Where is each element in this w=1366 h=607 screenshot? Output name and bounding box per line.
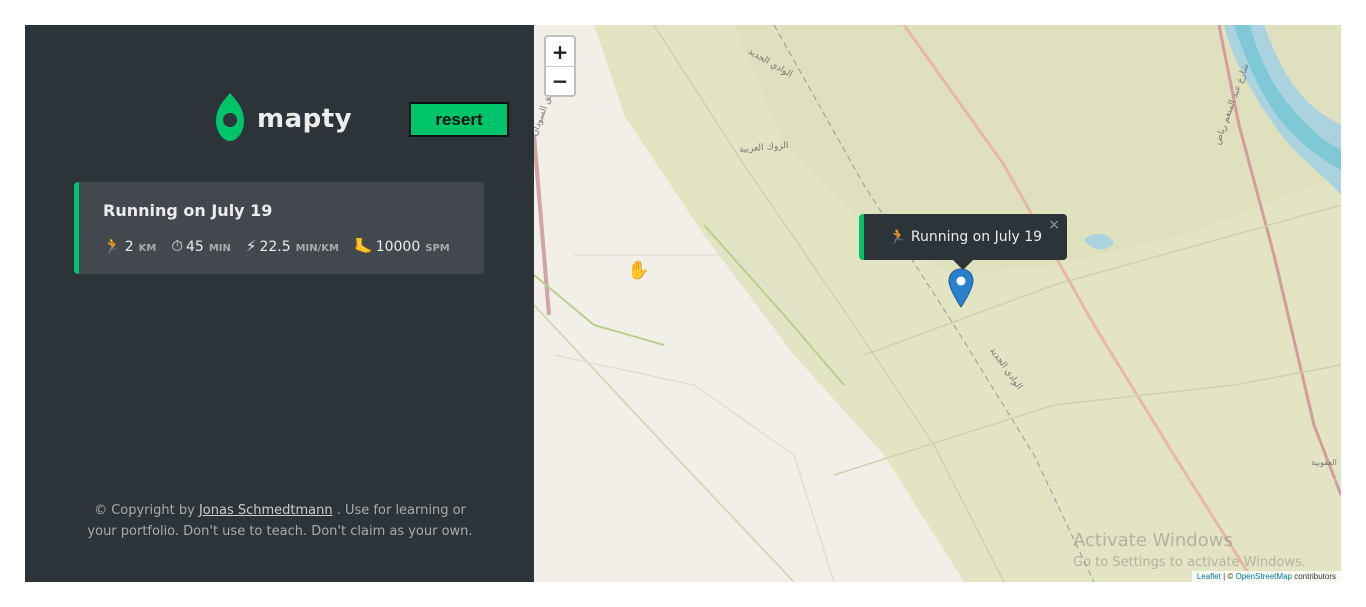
- lightning-icon: ⚡: [245, 237, 257, 255]
- running-icon: 🏃: [103, 237, 122, 255]
- distance-unit: km: [138, 243, 157, 254]
- workout-detail-pace: ⚡ 22.5 min/km: [246, 237, 339, 255]
- foot-icon: 🦶: [354, 237, 373, 255]
- workout-detail-distance: 🏃 2 km: [103, 237, 156, 255]
- pace-unit: min/km: [295, 243, 340, 254]
- osm-link[interactable]: OpenStreetMap: [1235, 572, 1291, 581]
- popup-close-button[interactable]: ×: [1048, 217, 1060, 233]
- popup-text: 🏃 Running on July 19: [888, 229, 1043, 245]
- map[interactable]: الوادي الجديدالوادي الجديدالزوك الغربيةط…: [534, 25, 1341, 582]
- zoom-in-button[interactable]: +: [546, 37, 574, 66]
- pace-value: 22.5: [259, 239, 291, 255]
- cadence-value: 10000: [375, 239, 421, 255]
- logo-text: mapty: [257, 104, 353, 134]
- workout-title: Running on July 19: [103, 201, 273, 220]
- sidebar: mapty resert Running on July 19 🏃 2 km ⏱…: [25, 25, 534, 582]
- copyright-prefix: © Copyright by: [94, 503, 195, 518]
- distance-value: 2: [124, 239, 134, 255]
- copyright-text: © Copyright by Jonas Schmedtmann . Use f…: [85, 500, 475, 542]
- zoom-control: + −: [544, 35, 576, 97]
- map-pin-logo-icon: [215, 91, 245, 147]
- hand-cursor-icon: ✋: [627, 260, 650, 281]
- author-link[interactable]: Jonas Schmedtmann: [199, 503, 333, 518]
- attribution-suffix: contributors: [1291, 572, 1336, 581]
- activate-windows-watermark: Activate Windows Go to Settings to activ…: [1073, 530, 1306, 574]
- reset-button[interactable]: resert: [409, 102, 509, 137]
- workout-detail-cadence: 🦶 10000 spm: [354, 237, 450, 255]
- workout-detail-duration: ⏱ 45 min: [171, 237, 231, 255]
- map-attribution: Leaflet | © OpenStreetMap contributors: [1191, 571, 1341, 582]
- leaflet-link[interactable]: Leaflet: [1197, 572, 1221, 581]
- duration-unit: min: [208, 243, 231, 254]
- workout-details: 🏃 2 km ⏱ 45 min ⚡ 22.5 min/km 🦶 10000: [103, 237, 450, 255]
- cadence-unit: spm: [425, 243, 450, 254]
- map-tiles: الوادي الجديدالوادي الجديدالزوك الغربيةط…: [534, 25, 1341, 582]
- attribution-separator: | ©: [1220, 572, 1236, 581]
- workout-popup[interactable]: 🏃 Running on July 19 ×: [859, 214, 1067, 260]
- stopwatch-icon: ⏱: [171, 237, 184, 255]
- map-marker-icon[interactable]: [948, 268, 974, 312]
- watermark-title: Activate Windows: [1073, 530, 1233, 551]
- zoom-out-button[interactable]: −: [546, 66, 574, 95]
- logo: mapty: [215, 91, 352, 147]
- duration-value: 45: [186, 239, 204, 255]
- map-label: العقوبية: [1311, 458, 1337, 467]
- app-container: mapty resert Running on July 19 🏃 2 km ⏱…: [25, 25, 1341, 582]
- workout-card[interactable]: Running on July 19 🏃 2 km ⏱ 45 min ⚡ 22.…: [74, 182, 484, 274]
